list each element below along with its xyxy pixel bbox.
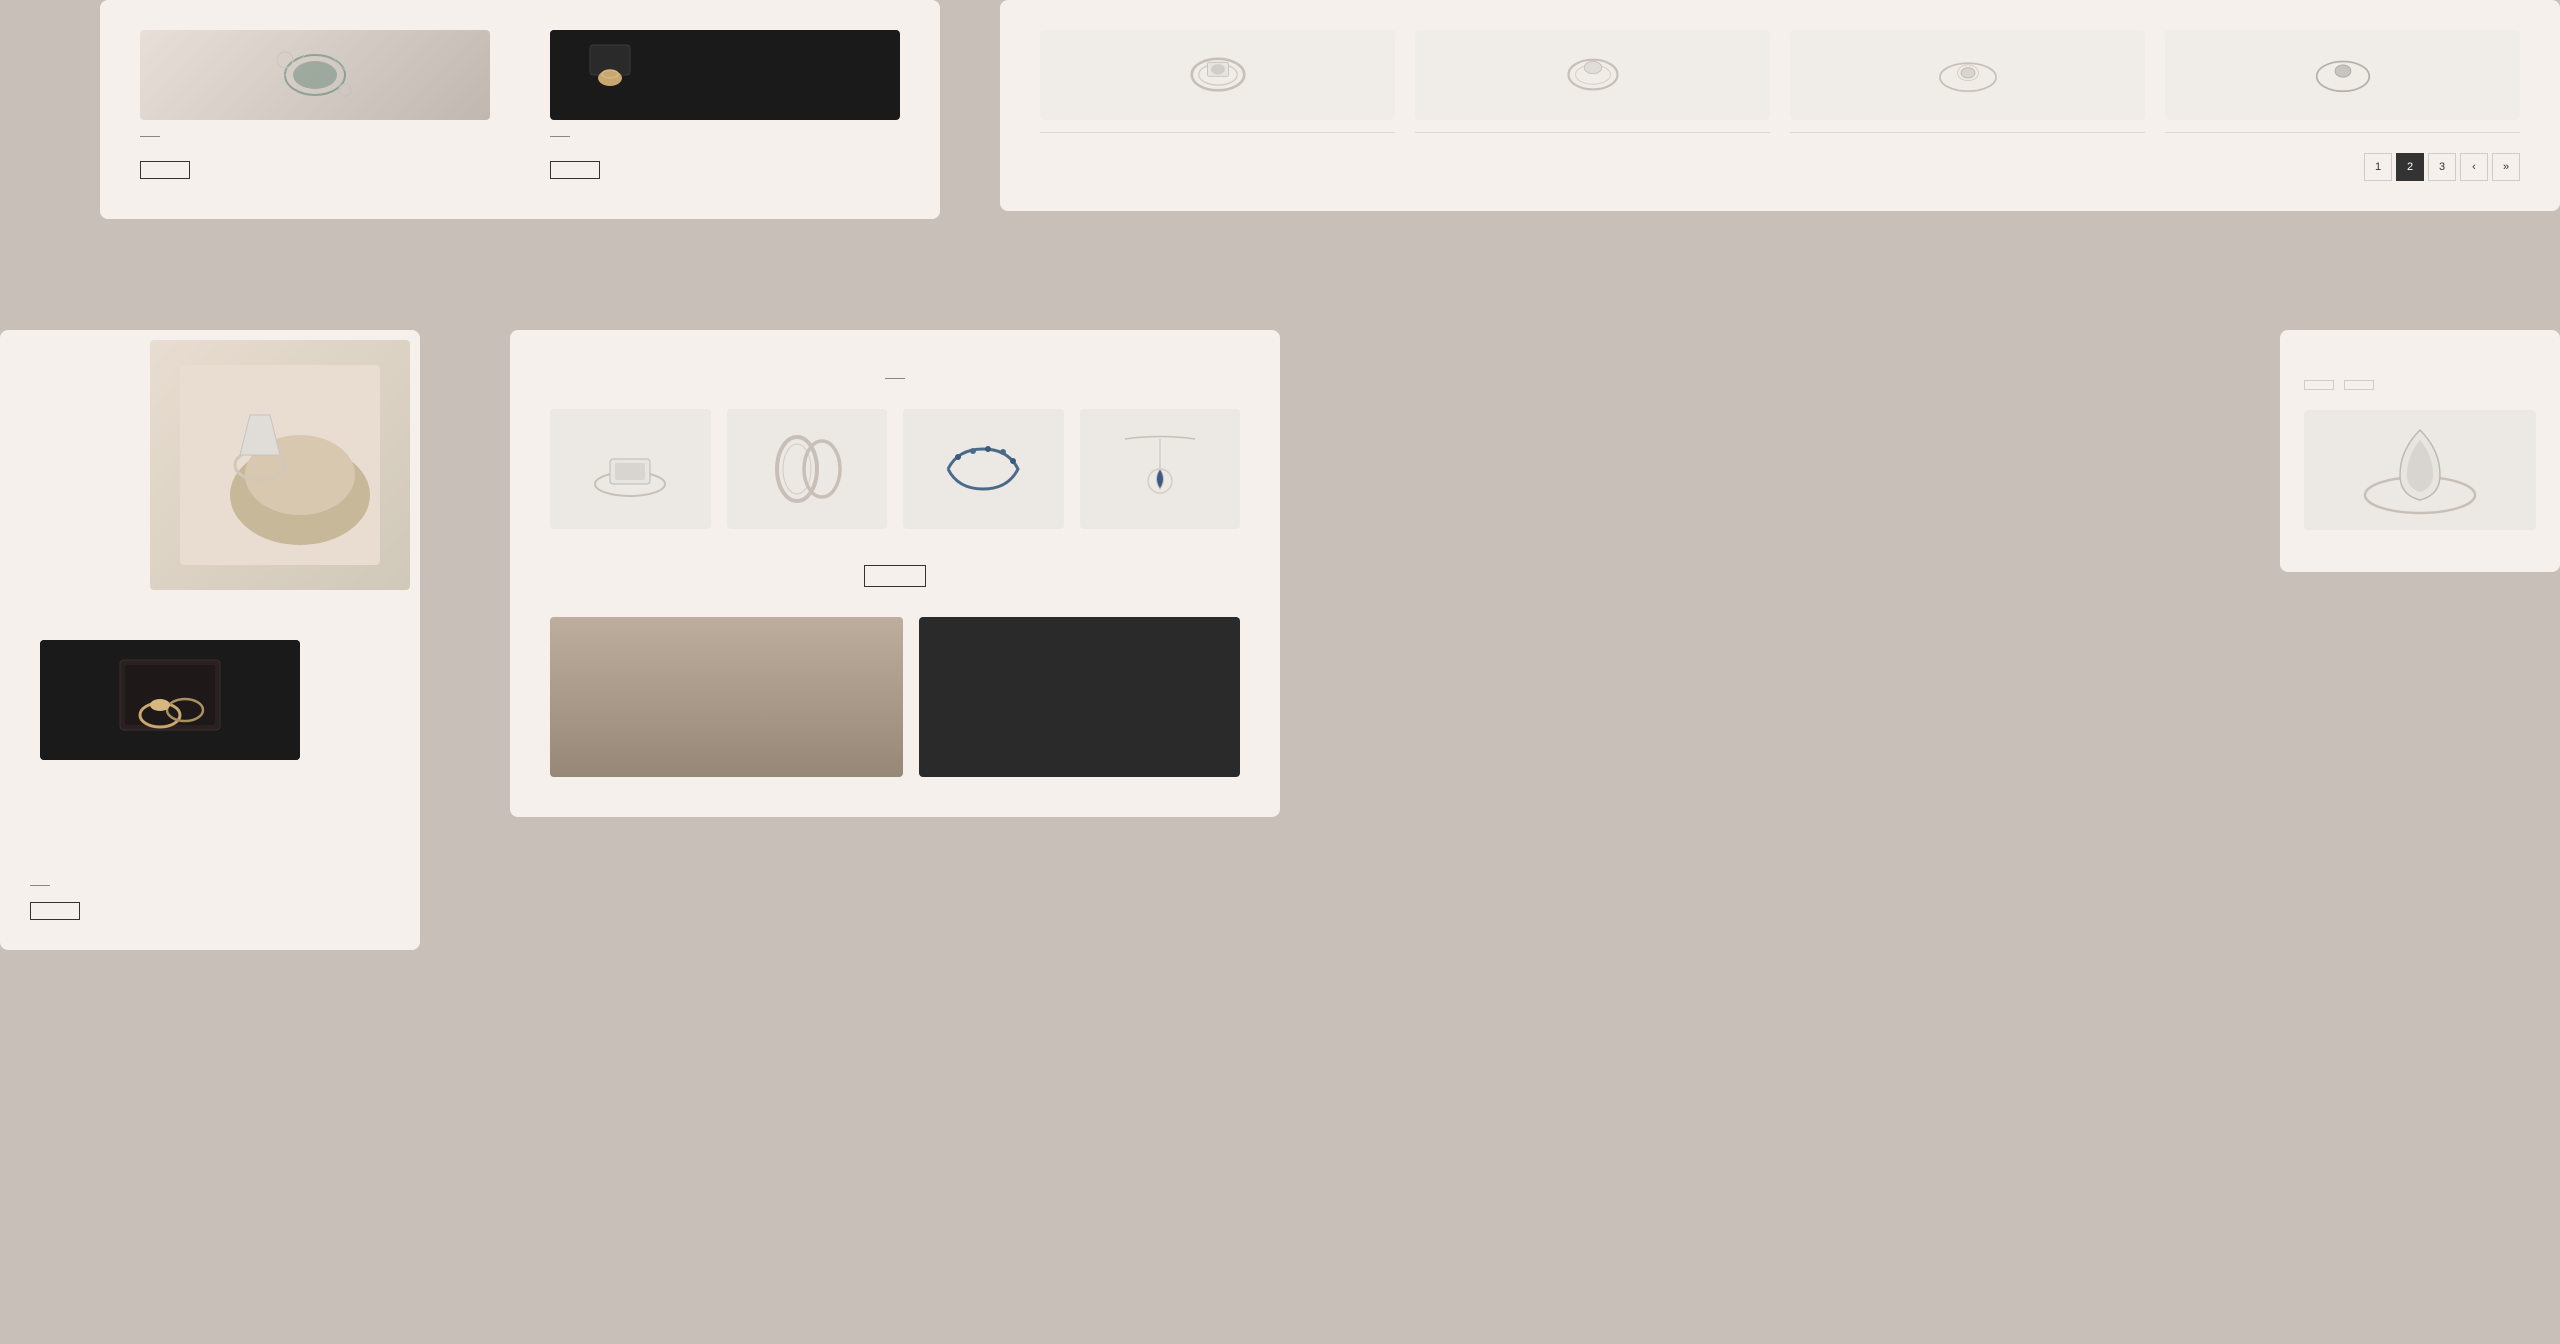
hj-divider — [885, 378, 905, 379]
about-divider — [140, 136, 160, 137]
ring-img-3 — [1790, 30, 2145, 120]
detail-product-image — [2304, 410, 2536, 530]
diamonds-content — [0, 835, 420, 950]
diamonds-banner[interactable] — [919, 617, 1240, 777]
detail-panel — [2280, 330, 2560, 572]
store-divider — [550, 136, 570, 137]
store-more-button[interactable] — [550, 161, 600, 179]
page-1-button[interactable]: 1 — [2364, 153, 2392, 181]
about-more-button[interactable] — [140, 161, 190, 179]
store-image — [550, 30, 900, 120]
ring-item-2[interactable] — [1415, 30, 1770, 133]
wedding-banner[interactable] — [550, 617, 903, 777]
more-products-button[interactable] — [864, 565, 926, 587]
hj-product-1[interactable] — [550, 409, 711, 541]
diamonds-image — [150, 340, 410, 590]
hj-product-img-2 — [727, 409, 888, 529]
ring-item-1[interactable] — [1040, 30, 1395, 133]
diamonds-shop-button[interactable] — [30, 902, 80, 920]
heritage-image — [140, 30, 490, 120]
ring-img-4 — [2165, 30, 2520, 120]
hj-product-4[interactable] — [1080, 409, 1241, 541]
about-panel — [100, 0, 940, 219]
hj-product-img-4 — [1080, 409, 1241, 529]
gemstones-filter-button[interactable] — [2344, 380, 2374, 390]
ring-img-2 — [1415, 30, 1770, 120]
hj-products-grid — [550, 409, 1240, 541]
page-3-button[interactable]: 3 — [2428, 153, 2456, 181]
rings-grid — [1040, 30, 2520, 133]
page-2-button[interactable]: 2 — [2396, 153, 2424, 181]
prev-page-button[interactable]: ‹ — [2460, 153, 2488, 181]
rings-panel: 1 2 3 ‹ » — [1000, 0, 2560, 211]
hj-product-2[interactable] — [727, 409, 888, 541]
hj-product-img-1 — [550, 409, 711, 529]
about-col-store — [550, 30, 900, 179]
ring-img-1 — [1040, 30, 1395, 120]
high-jewellery-panel — [510, 330, 1280, 817]
pagination: 1 2 3 ‹ » — [1040, 153, 2520, 181]
ring-box-image — [40, 640, 300, 760]
hj-product-img-3 — [903, 409, 1064, 529]
about-col-heritage — [140, 30, 490, 179]
ring-item-3[interactable] — [1790, 30, 2145, 133]
ring-item-4[interactable] — [2165, 30, 2520, 133]
filter-row — [2304, 380, 2536, 390]
next-page-button[interactable]: » — [2492, 153, 2520, 181]
diamonds-divider — [30, 885, 50, 886]
hj-product-3[interactable] — [903, 409, 1064, 541]
metals-filter-button[interactable] — [2304, 380, 2334, 390]
